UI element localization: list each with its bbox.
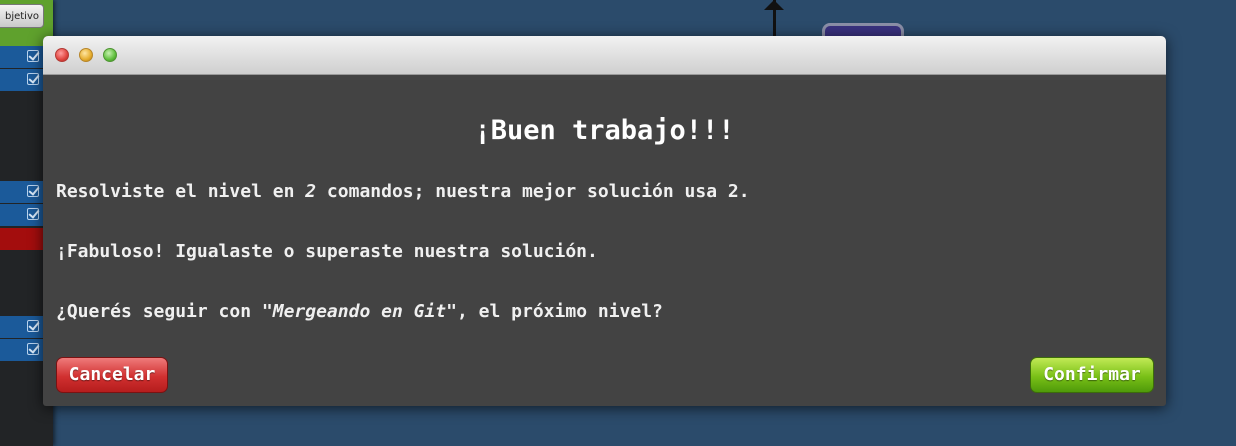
confirm-button[interactable]: Confirmar [1030,357,1154,393]
result-summary: Resolviste el nivel en 2 comandos; nuest… [56,181,750,202]
checkbox-checked-icon [27,343,39,355]
next-level-suffix: , el próximo nivel? [456,301,663,322]
graph-arrowhead-icon [764,0,784,10]
checkbox-checked-icon [27,208,39,220]
window-maximize-icon[interactable] [103,48,117,62]
command-count: 2 [305,181,317,202]
window-titlebar [43,36,1166,75]
checkbox-checked-icon [27,50,39,62]
result-text-prefix: Resolviste el nivel en [56,181,306,202]
next-level-prompt: ¿Querés seguir con "Mergeando en Git", e… [56,301,663,322]
cancel-button[interactable]: Cancelar [56,357,168,393]
level-complete-dialog: ¡Buen trabajo!!! Resolviste el nivel en … [43,36,1166,406]
objective-button[interactable]: bjetivo [0,4,44,28]
next-level-name: "Mergeando en Git" [261,301,457,322]
checkbox-checked-icon [27,73,39,85]
praise-message: ¡Fabuloso! Igualaste o superaste nuestra… [56,241,598,262]
window-minimize-icon[interactable] [79,48,93,62]
dialog-content: ¡Buen trabajo!!! Resolviste el nivel en … [43,115,1166,393]
next-level-prefix: ¿Querés seguir con [56,301,262,322]
checkbox-checked-icon [27,185,39,197]
dialog-title: ¡Buen trabajo!!! [474,115,735,146]
result-text-suffix: comandos; nuestra mejor solución usa 2. [316,181,750,202]
window-close-icon[interactable] [55,48,69,62]
checkbox-checked-icon [27,320,39,332]
